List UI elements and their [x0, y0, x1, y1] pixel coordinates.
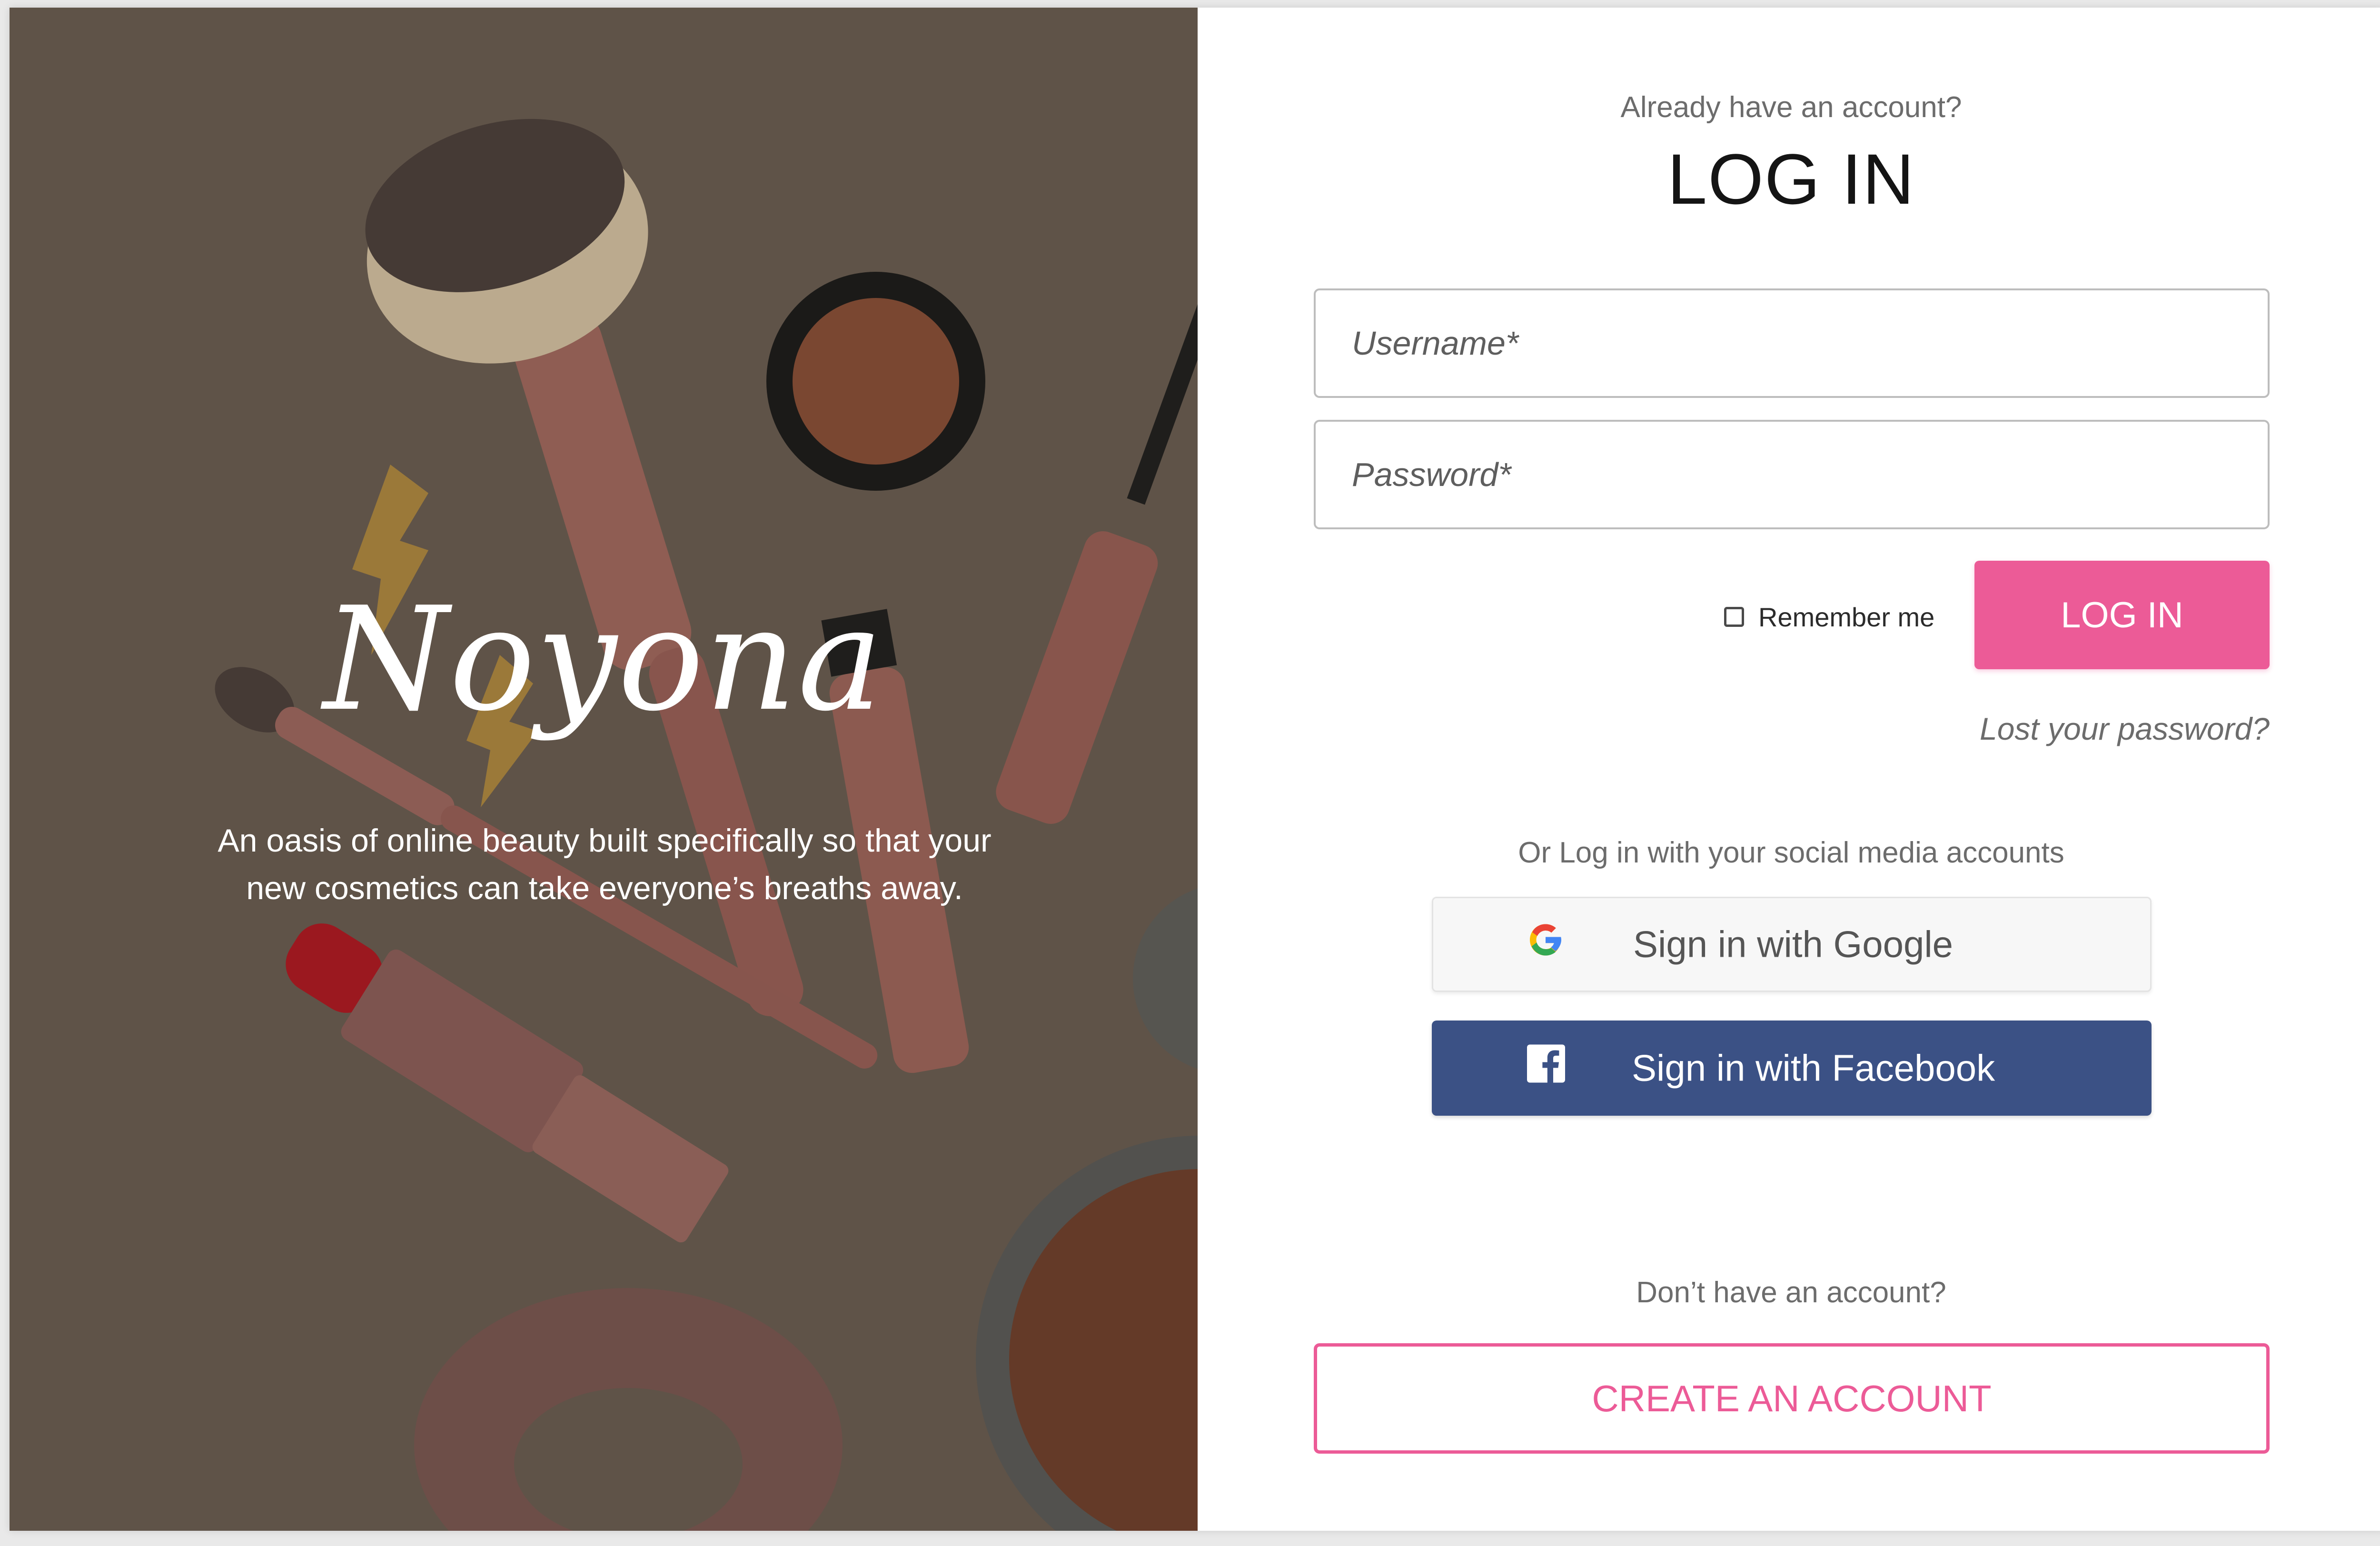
remember-me-checkbox[interactable] — [1724, 607, 1744, 627]
login-page: Noyona An oasis of online beauty built s… — [10, 8, 2380, 1531]
no-account-text: Don’t have an account? — [1636, 1276, 1946, 1309]
tagline-line-2: new cosmetics can take everyone’s breath… — [246, 870, 963, 906]
hero-panel: Noyona An oasis of online beauty built s… — [10, 8, 1198, 1531]
login-panel: Already have an account? LOG IN Remember… — [1198, 8, 2380, 1531]
password-input[interactable] — [1314, 420, 2270, 529]
lost-password-link[interactable]: Lost your password? — [1864, 707, 2270, 750]
hero-tagline: An oasis of online beauty built specific… — [152, 817, 1057, 912]
facebook-signin-button[interactable]: Sign in with Facebook — [1432, 1021, 2152, 1116]
tagline-line-1: An oasis of online beauty built specific… — [218, 823, 992, 859]
create-account-button[interactable]: CREATE AN ACCOUNT — [1314, 1343, 2270, 1454]
facebook-icon — [1527, 1044, 1565, 1092]
hero-overlay — [10, 8, 1198, 1531]
google-signin-label: Sign in with Google — [1633, 923, 1954, 965]
google-icon — [1528, 923, 1563, 966]
page-title: LOG IN — [1667, 139, 1915, 219]
username-input[interactable] — [1314, 288, 2270, 398]
login-button[interactable]: LOG IN — [1974, 561, 2270, 669]
facebook-signin-label: Sign in with Facebook — [1632, 1047, 1995, 1089]
remember-me[interactable]: Remember me — [1724, 598, 1934, 636]
social-login-heading: Or Log in with your social media account… — [1518, 836, 2064, 869]
google-signin-button[interactable]: Sign in with Google — [1432, 897, 2152, 992]
brand-logo: Noyona — [323, 576, 884, 743]
remember-me-label: Remember me — [1758, 602, 1935, 632]
already-account-text: Already have an account? — [1620, 91, 1962, 124]
